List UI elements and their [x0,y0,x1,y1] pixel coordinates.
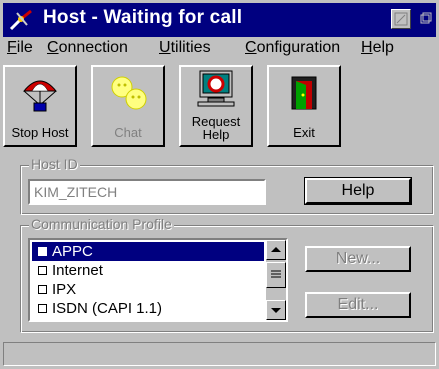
request-help-label: Request Help [181,115,251,141]
list-item-label: IPX [52,281,77,298]
menu-connection[interactable]: Connection [47,39,128,57]
chat-label: Chat [114,125,142,140]
restore-icon [420,12,432,24]
scroll-up-button[interactable] [266,240,286,260]
edit-button-label: Edit... [337,296,379,313]
parachute-icon [22,80,58,112]
host-id-field[interactable] [28,179,266,205]
checkbox-icon[interactable] [38,304,47,313]
title-bar[interactable]: Host - Waiting for call [3,3,436,37]
edit-button[interactable]: Edit... [305,292,411,318]
new-button[interactable]: New... [305,246,411,272]
list-scrollbar[interactable] [266,240,286,320]
exit-label: Exit [293,125,315,140]
maximize-icon [394,12,408,26]
window-title: Host - Waiting for call [43,7,243,28]
maximize-button[interactable] [391,9,411,29]
list-item-ipx[interactable]: IPX [32,280,264,299]
list-item-isdn[interactable]: ISDN (CAPI 1.1) [32,299,264,318]
list-item-label: Internet [52,262,103,279]
host-window: Host - Waiting for call File Connection … [0,0,439,369]
menu-bar: File Connection Utilities Configuration … [3,37,436,61]
status-bar [3,342,436,366]
help-button[interactable]: Help [304,177,412,205]
monitor-lifebuoy-icon [197,70,235,107]
list-item-label: ISDN (CAPI 1.1) [52,300,163,317]
checkbox-icon[interactable] [38,266,47,275]
host-id-group-label: Host ID [29,156,80,172]
communication-profile-group-label: Communication Profile [29,216,174,232]
exit-door-icon [291,76,317,110]
menu-help[interactable]: Help [361,39,394,57]
arrow-down-icon [271,308,281,313]
stop-host-button[interactable]: Stop Host [3,65,77,147]
communication-profile-list[interactable]: APPC Internet IPX ISDN (CAPI 1.1) [28,238,288,322]
stop-host-label: Stop Host [11,125,69,140]
checkbox-icon[interactable] [38,247,47,256]
menu-file[interactable]: File [7,39,33,57]
toolbar: Stop Host Chat Request Help Exit [3,62,436,154]
list-item-label: APPC [52,243,93,260]
grip-icon [271,270,281,278]
list-item-appc[interactable]: APPC [32,242,264,261]
scroll-thumb[interactable] [266,262,286,288]
new-button-label: New... [335,250,381,267]
request-help-label-line2: Help [202,127,230,142]
satellite-dish-icon[interactable] [7,7,35,33]
menu-utilities[interactable]: Utilities [159,39,211,57]
scroll-down-button[interactable] [266,300,286,320]
list-item-internet[interactable]: Internet [32,261,264,280]
arrow-up-icon [271,247,281,252]
menu-configuration[interactable]: Configuration [245,39,340,57]
chat-faces-icon [111,76,147,110]
exit-button[interactable]: Exit [267,65,341,147]
chat-button[interactable]: Chat [91,65,165,147]
restore-button[interactable] [415,9,435,29]
checkbox-icon[interactable] [38,285,47,294]
help-button-label: Help [341,182,375,199]
request-help-button[interactable]: Request Help [179,65,253,147]
